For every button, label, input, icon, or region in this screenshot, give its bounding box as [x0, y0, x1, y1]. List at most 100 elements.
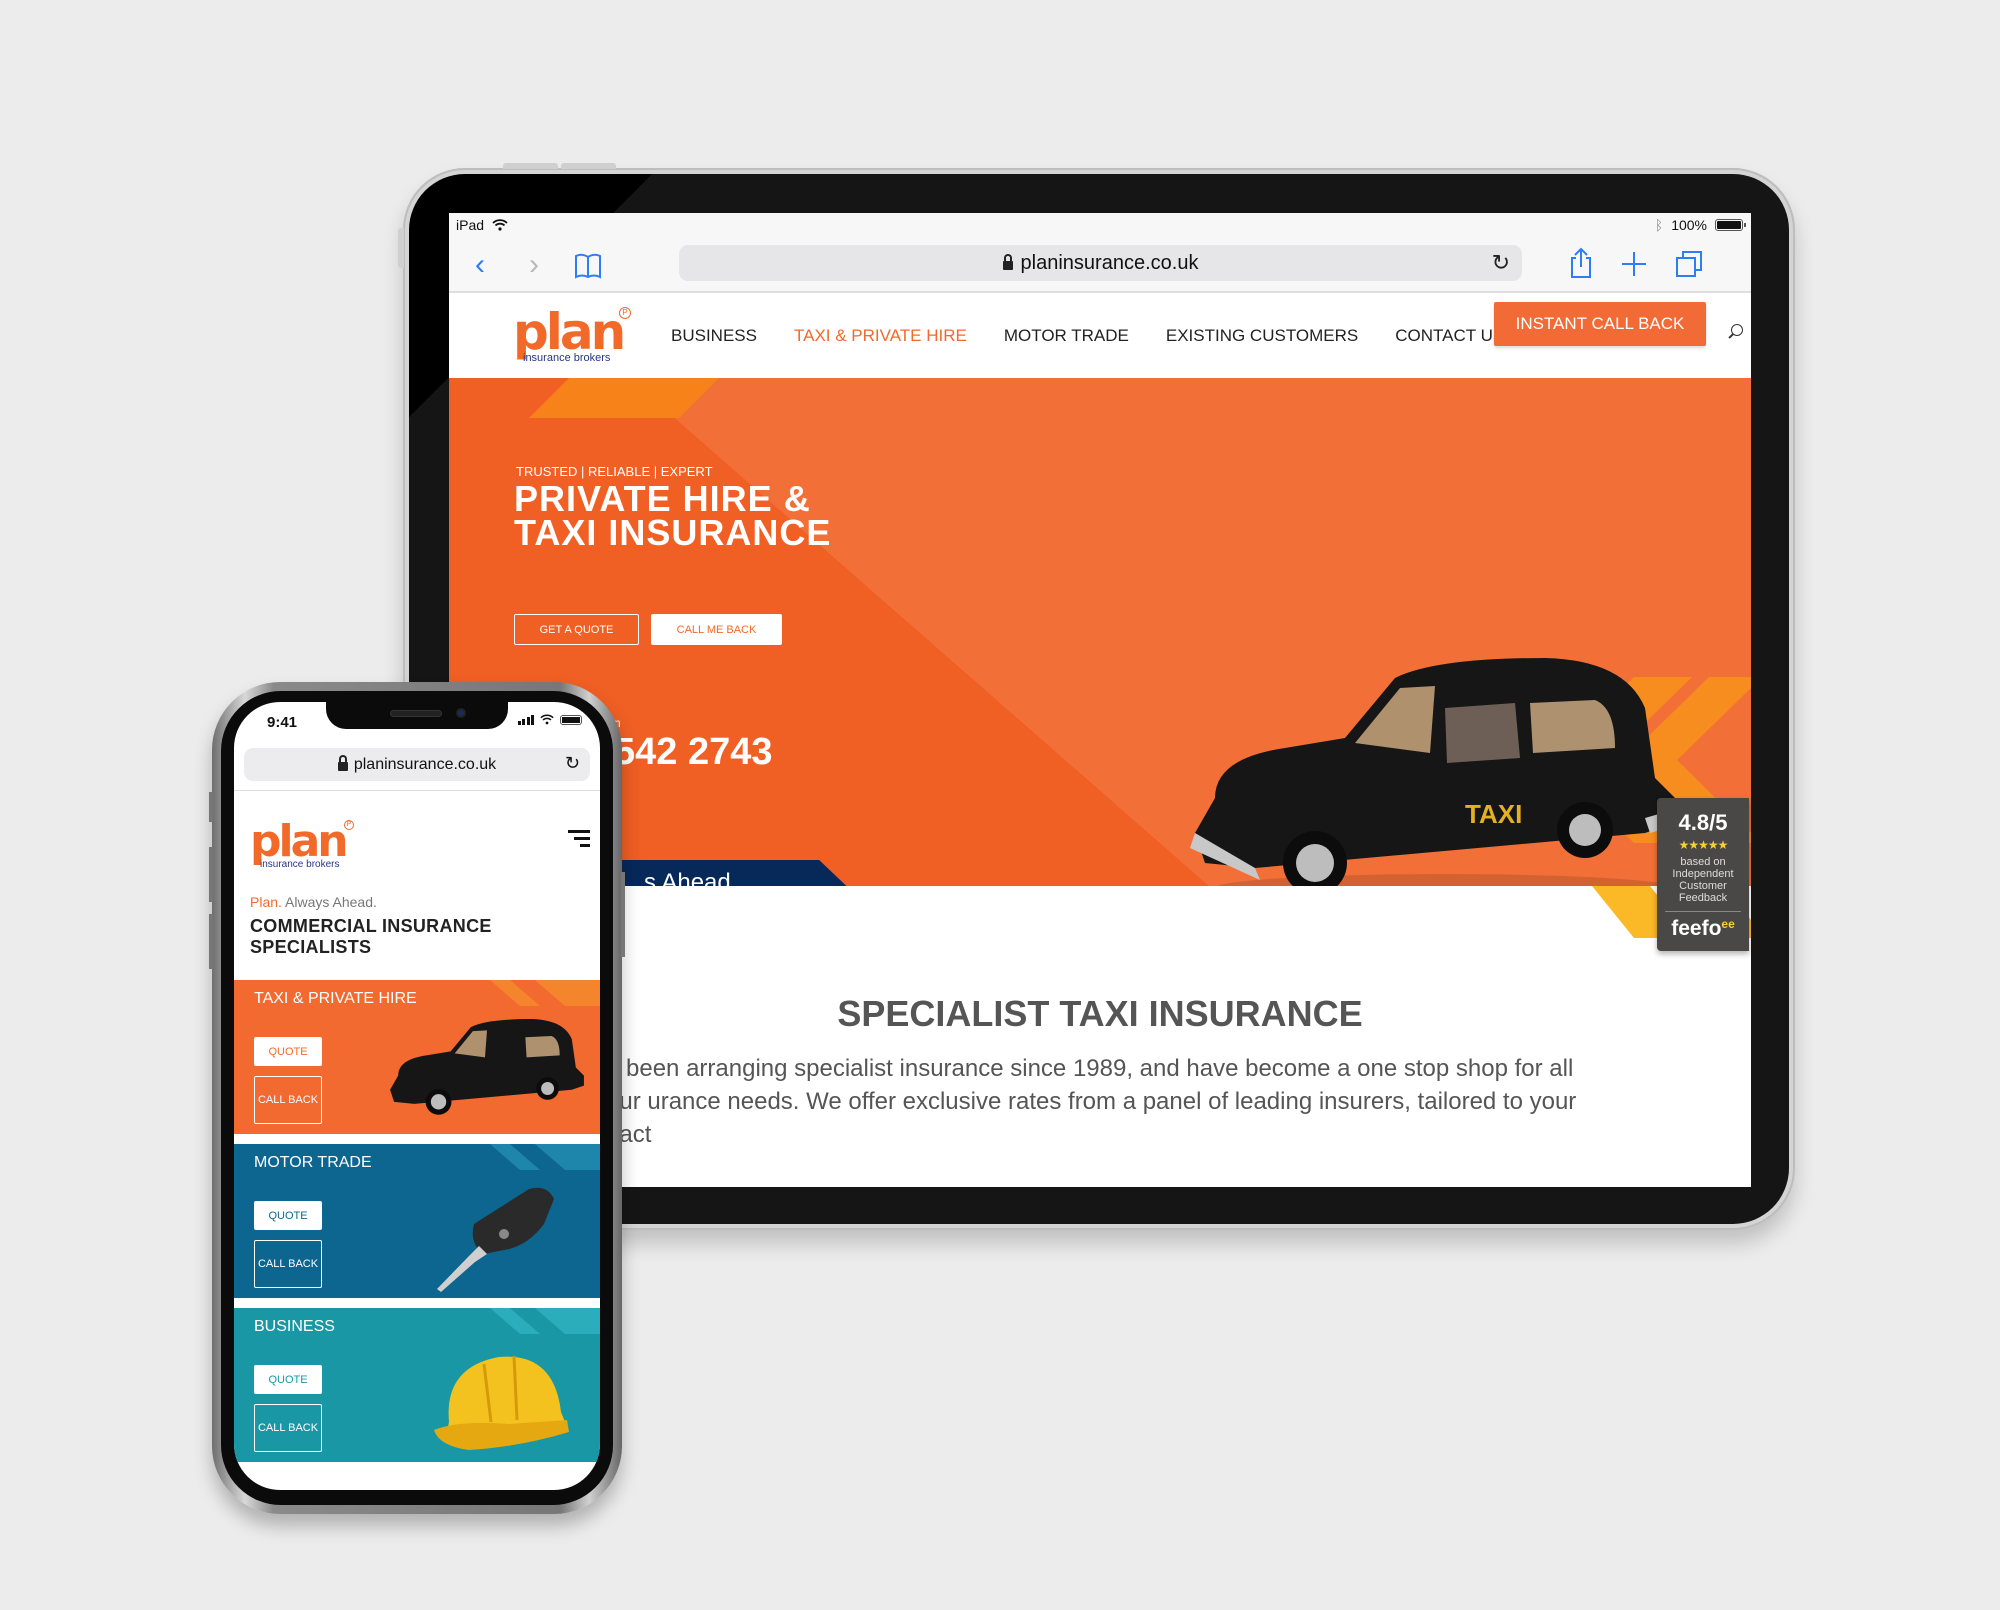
bookmarks-icon[interactable]: [574, 253, 602, 279]
phone-screen: 9:41 planinsurance.co.uk ↻ plan P insura…: [234, 702, 600, 1490]
phone-notch: [326, 702, 508, 729]
taxi-sign-text: TAXI: [1465, 799, 1522, 829]
camera: [456, 708, 466, 718]
card-label: TAXI & PRIVATE HIRE: [254, 990, 417, 1007]
feefo-eyes-icon: ee: [1721, 917, 1735, 931]
logo-wordmark: plan: [250, 816, 349, 867]
tablet-volume-button: [561, 163, 616, 169]
site-header: plan P insurance brokers BUSINESS TAXI &…: [449, 293, 1751, 376]
stripe-decoration: [490, 980, 600, 1006]
section-body: ve been arranging specialist insurance s…: [594, 1055, 1577, 1148]
call-back-button[interactable]: CALL BACK: [254, 1240, 322, 1288]
back-icon[interactable]: ‹: [475, 250, 485, 280]
hero-title-line: PRIVATE HIRE &: [514, 478, 811, 519]
url-text: planinsurance.co.uk: [1020, 251, 1199, 274]
get-a-quote-button[interactable]: GET A QUOTE: [514, 614, 639, 645]
battery-icon: [1715, 219, 1746, 231]
nav-existing-customers[interactable]: EXISTING CUSTOMERS: [1166, 326, 1358, 346]
wifi-icon: [492, 219, 508, 231]
quote-button[interactable]: QUOTE: [254, 1037, 322, 1066]
instant-call-back-button[interactable]: INSTANT CALL BACK: [1494, 302, 1706, 346]
forward-icon[interactable]: ›: [529, 250, 539, 280]
content-section: SPECIALIST TAXI INSURANCE ve been arrang…: [449, 886, 1751, 1187]
plan-logo[interactable]: plan P insurance brokers: [250, 816, 354, 870]
taxi-image: TAXI: [1190, 658, 1685, 886]
main-nav: BUSINESS TAXI & PRIVATE HIRE MOTOR TRADE…: [671, 326, 1504, 346]
new-tab-icon[interactable]: [1621, 251, 1647, 277]
tablet-side-button: [398, 228, 404, 268]
page-title: COMMERCIAL INSURANCE SPECIALISTS: [250, 916, 492, 958]
card-label: MOTOR TRADE: [254, 1154, 372, 1171]
feefo-wordmark: feefo: [1671, 917, 1722, 940]
lock-icon: [1002, 253, 1013, 270]
feefo-caption: Feedback: [1678, 892, 1728, 904]
tagline: Plan. Always Ahead.: [250, 894, 377, 910]
hard-hat-image: [434, 1355, 569, 1450]
call-back-button[interactable]: CALL BACK: [254, 1076, 322, 1124]
status-icons: [517, 714, 582, 725]
plan-logo[interactable]: plan P insurance brokers: [513, 303, 631, 364]
logo-wordmark: plan: [513, 303, 626, 361]
tablet-screen: iPad ᛒ 100% ‹ › planinsurance.co.uk ↻ pl…: [449, 213, 1751, 1187]
quote-button[interactable]: QUOTE: [254, 1201, 322, 1230]
safari-toolbar: ‹ › planinsurance.co.uk ↻: [449, 238, 1751, 293]
feefo-caption: based on: [1680, 856, 1726, 868]
stripe-decoration: [490, 1144, 600, 1170]
star-icons: ★★★★★: [1678, 838, 1729, 852]
quote-button[interactable]: QUOTE: [254, 1365, 322, 1394]
registered-mark: P: [344, 820, 354, 830]
menu-icon[interactable]: [566, 830, 590, 848]
card-label: BUSINESS: [254, 1318, 335, 1335]
rating-score: 4.8/5: [1678, 810, 1728, 835]
nav-taxi-private-hire[interactable]: TAXI & PRIVATE HIRE: [794, 326, 967, 346]
tagline-brand: Plan.: [250, 894, 282, 910]
signal-icon: [517, 714, 534, 725]
reload-icon[interactable]: ↻: [565, 753, 580, 774]
call-me-back-button[interactable]: CALL ME BACK: [651, 614, 782, 645]
feefo-caption: Independent: [1672, 868, 1734, 880]
logo-subtitle: insurance brokers: [260, 859, 340, 870]
address-bar[interactable]: planinsurance.co.uk ↻: [244, 748, 590, 781]
nav-motor-trade[interactable]: MOTOR TRADE: [1004, 326, 1129, 346]
feefo-rating-badge[interactable]: 4.8/5 ★★★★★ based on Independent Custome…: [1657, 798, 1749, 951]
share-icon[interactable]: [1569, 247, 1593, 279]
divider: [234, 790, 600, 791]
url-text: planinsurance.co.uk: [353, 755, 497, 773]
reload-icon[interactable]: ↻: [1492, 250, 1510, 276]
card-motor-trade[interactable]: MOTOR TRADE QUOTE CALL BACK: [234, 1144, 600, 1298]
phone-device: 9:41 planinsurance.co.uk ↻ plan P insura…: [209, 682, 625, 1514]
ios-status-bar: iPad ᛒ 100%: [449, 213, 1751, 238]
registered-mark: P: [619, 307, 631, 319]
hero-tagline: TRUSTED | RELIABLE | EXPERT: [516, 464, 713, 479]
nav-contact-us[interactable]: CONTACT US: [1395, 326, 1504, 346]
divider: [1665, 911, 1741, 912]
card-business[interactable]: BUSINESS QUOTE CALL BACK: [234, 1308, 600, 1462]
page-title-line: COMMERCIAL INSURANCE: [250, 916, 492, 936]
phone-power-button: [621, 872, 625, 957]
stripe-decoration: [490, 1308, 600, 1334]
speaker: [390, 710, 442, 717]
card-taxi-private-hire[interactable]: TAXI & PRIVATE HIRE QUOTE CALL BACK: [234, 980, 600, 1134]
always-ahead-text: s Ahead.: [644, 869, 738, 886]
hero-title-line: TAXI INSURANCE: [514, 512, 832, 553]
device-name: iPad: [456, 217, 485, 233]
hero-phone-number[interactable]: 542 2743: [614, 731, 773, 774]
taxi-image: [390, 1019, 584, 1115]
address-bar[interactable]: planinsurance.co.uk ↻: [679, 245, 1522, 281]
phone-volume-button: [209, 847, 213, 902]
logo-subtitle: insurance brokers: [523, 352, 611, 364]
search-icon[interactable]: [1731, 324, 1743, 336]
lock-icon: [337, 755, 348, 771]
bluetooth-icon: ᛒ: [1654, 217, 1664, 233]
phone-volume-button: [209, 914, 213, 969]
status-time: 9:41: [267, 714, 298, 731]
phone-mute-switch: [209, 792, 213, 822]
tabs-icon[interactable]: [1675, 250, 1703, 278]
feefo-caption: Customer: [1679, 880, 1727, 892]
nav-business[interactable]: BUSINESS: [671, 326, 757, 346]
hero-title: PRIVATE HIRE & TAXI INSURANCE: [514, 478, 832, 553]
feefo-logo: feefoee: [1657, 917, 1749, 941]
call-back-button[interactable]: CALL BACK: [254, 1404, 322, 1452]
car-key-image: [437, 1187, 554, 1292]
wifi-icon: [540, 714, 554, 725]
